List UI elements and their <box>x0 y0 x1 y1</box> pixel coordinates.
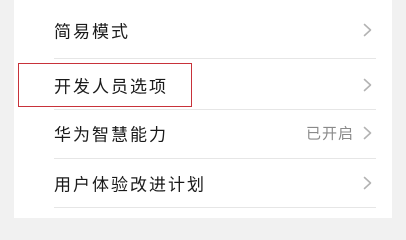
divider <box>54 207 376 208</box>
chevron-right-icon <box>363 23 372 37</box>
settings-item-label: 简易模式 <box>54 22 130 43</box>
settings-item-user-experience[interactable]: 用户体验改进计划 <box>14 158 392 208</box>
settings-item-huawei-assistant[interactable]: 华为智慧能力 已开启 <box>14 108 392 158</box>
settings-item-label: 开发人员选项 <box>54 77 168 98</box>
settings-item-label: 用户体验改进计划 <box>54 175 206 196</box>
chevron-right-icon <box>363 78 372 92</box>
settings-card: 简易模式 开发人员选项 华为智慧能力 已开启 用户体验改进计划 <box>14 0 392 218</box>
settings-item-developer-options[interactable]: 开发人员选项 <box>14 60 392 110</box>
divider <box>54 58 376 59</box>
chevron-right-icon <box>363 176 372 190</box>
chevron-right-icon <box>363 126 372 140</box>
settings-item-label: 华为智慧能力 <box>54 125 168 146</box>
settings-item-status: 已开启 <box>305 124 354 143</box>
settings-item-simple-mode[interactable]: 简易模式 <box>14 5 392 55</box>
